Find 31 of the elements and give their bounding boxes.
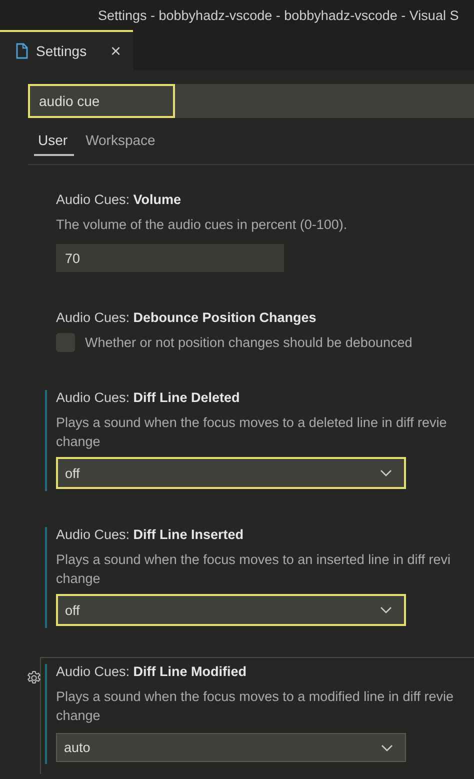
setting-description: Plays a sound when the focus moves to an inserted line in diff revi (56, 551, 452, 569)
chevron-down-icon (380, 606, 392, 614)
setting-title: Audio Cues: Volume (56, 192, 182, 207)
search-field[interactable]: audio cue (28, 84, 474, 118)
scope-tab[interactable]: Workspace (82, 132, 162, 156)
setting-description: The volume of the audio cues in percent (0-100). (56, 216, 348, 234)
setting-title: Audio Cues: Diff Line Inserted (56, 527, 245, 542)
search-highlight: audio cue (28, 84, 175, 118)
setting-description: Plays a sound when the focus moves to a modified line in diff revie (56, 688, 454, 706)
settings-icon[interactable] (26, 670, 42, 686)
setting-title: Audio Cues: Diff Line Modified (56, 664, 248, 679)
setting-description: change (56, 707, 102, 725)
window-title: Settings - bobbyhadz-vscode - bobbyhadz-vscode - Visual S (98, 8, 459, 22)
close-icon[interactable]: × (110, 42, 121, 60)
editor-tab[interactable]: Settings × (0, 30, 133, 70)
setting-title: Audio Cues: Debounce Position Changes (56, 310, 318, 325)
dropdown[interactable]: off (56, 594, 406, 626)
setting-description: change (56, 570, 102, 588)
checkbox[interactable] (56, 333, 75, 352)
scope-tab[interactable]: User (34, 132, 74, 156)
chevron-down-icon (381, 744, 393, 752)
setting-title: Audio Cues: Diff Line Deleted (56, 390, 241, 405)
setting-description: Whether or not position changes should be debounced (85, 334, 412, 352)
dropdown[interactable]: auto (56, 733, 406, 762)
setting-description: Plays a sound when the focus moves to a deleted line in diff revie (56, 414, 448, 432)
number-field[interactable]: 70 (56, 244, 284, 272)
file-icon (16, 43, 28, 59)
dropdown[interactable]: off (56, 457, 406, 489)
tab-label: Settings (36, 43, 88, 59)
chevron-down-icon (380, 469, 392, 477)
setting-description: change (56, 433, 102, 451)
